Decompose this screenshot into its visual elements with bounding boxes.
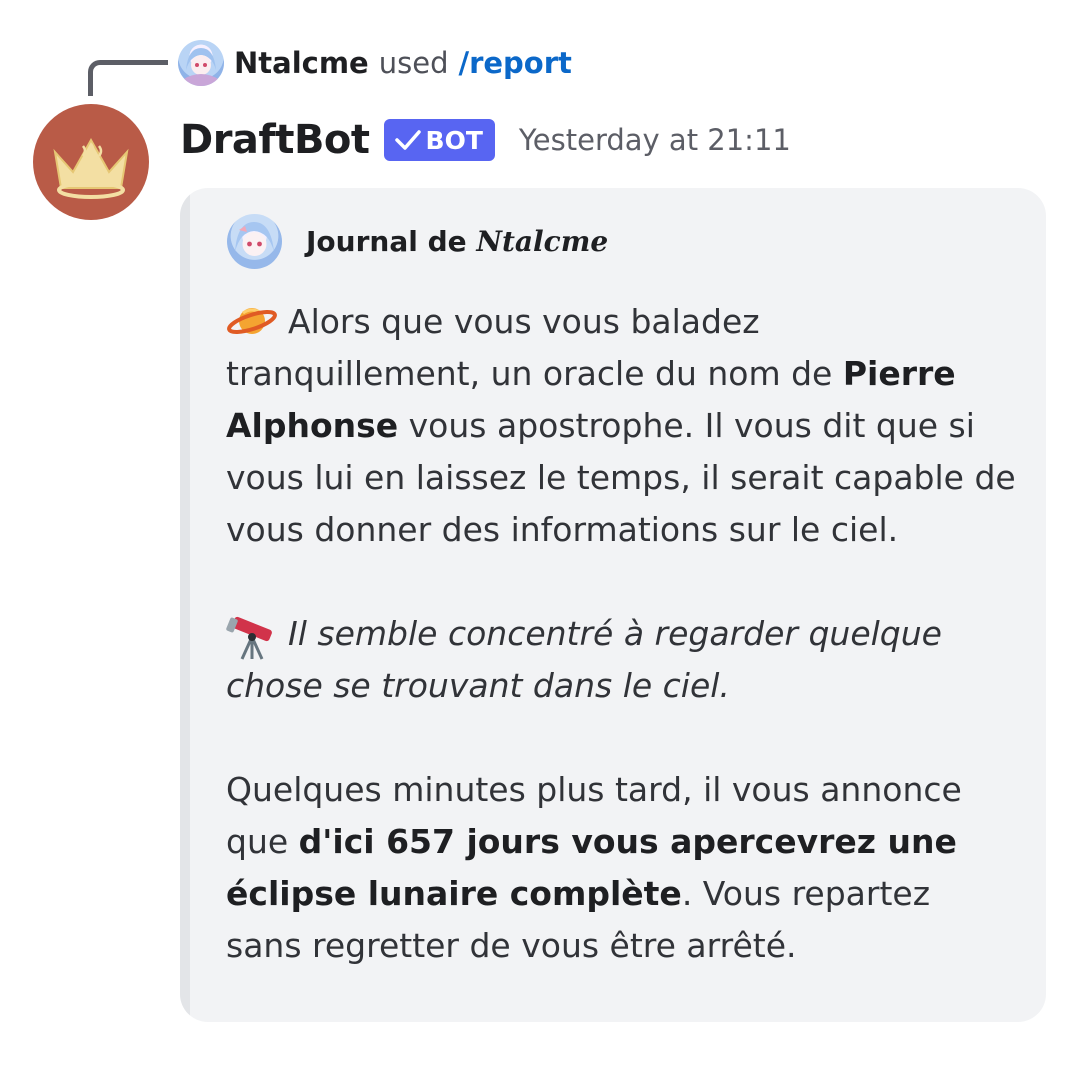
message-header: DraftBot BOT Yesterday at 21:11 (180, 110, 791, 170)
author-username[interactable]: DraftBot (180, 117, 370, 163)
reply-action: used (378, 46, 449, 80)
embed-author-avatar (227, 213, 282, 269)
embed-author-name: Journal de Ntalcme (306, 225, 608, 258)
user-avatar[interactable] (178, 40, 224, 86)
command-link[interactable]: /report (458, 46, 571, 80)
paragraph-observation: Il semble concentré à regarder quelque c… (226, 608, 1016, 712)
bot-badge: BOT (383, 119, 495, 161)
ringed-planet-icon (226, 301, 278, 341)
bot-badge-label: BOT (425, 125, 483, 155)
embed-author-username: Ntalcme (476, 224, 609, 258)
paragraph-encounter: Alors que vous vous baladez tranquilleme… (226, 296, 1016, 556)
embed-accent-bar (180, 188, 190, 1022)
message-timestamp[interactable]: Yesterday at 21:11 (519, 123, 791, 157)
paragraph-announcement: Quelques minutes plus tard, il vous anno… (226, 764, 1016, 972)
paragraph1-text1: Alors que vous vous baladez tranquilleme… (226, 302, 833, 393)
reply-username[interactable]: Ntalcme (234, 46, 369, 80)
embed-description: Alors que vous vous baladez tranquilleme… (226, 296, 1016, 972)
embed-author: Journal de Ntalcme (227, 212, 608, 270)
reply-connector (88, 60, 168, 96)
telescope-icon (226, 615, 278, 660)
paragraph2-italic: Il semble concentré à regarder quelque c… (226, 614, 942, 705)
bot-avatar[interactable] (33, 104, 149, 220)
reply-context[interactable]: Ntalcme used /report (178, 38, 572, 88)
embed-author-prefix: Journal de (306, 224, 467, 258)
verified-check-icon (394, 130, 421, 150)
embed-card: Journal de Ntalcme Alors que vous vous b… (180, 188, 1046, 1022)
crown-icon (53, 137, 129, 199)
